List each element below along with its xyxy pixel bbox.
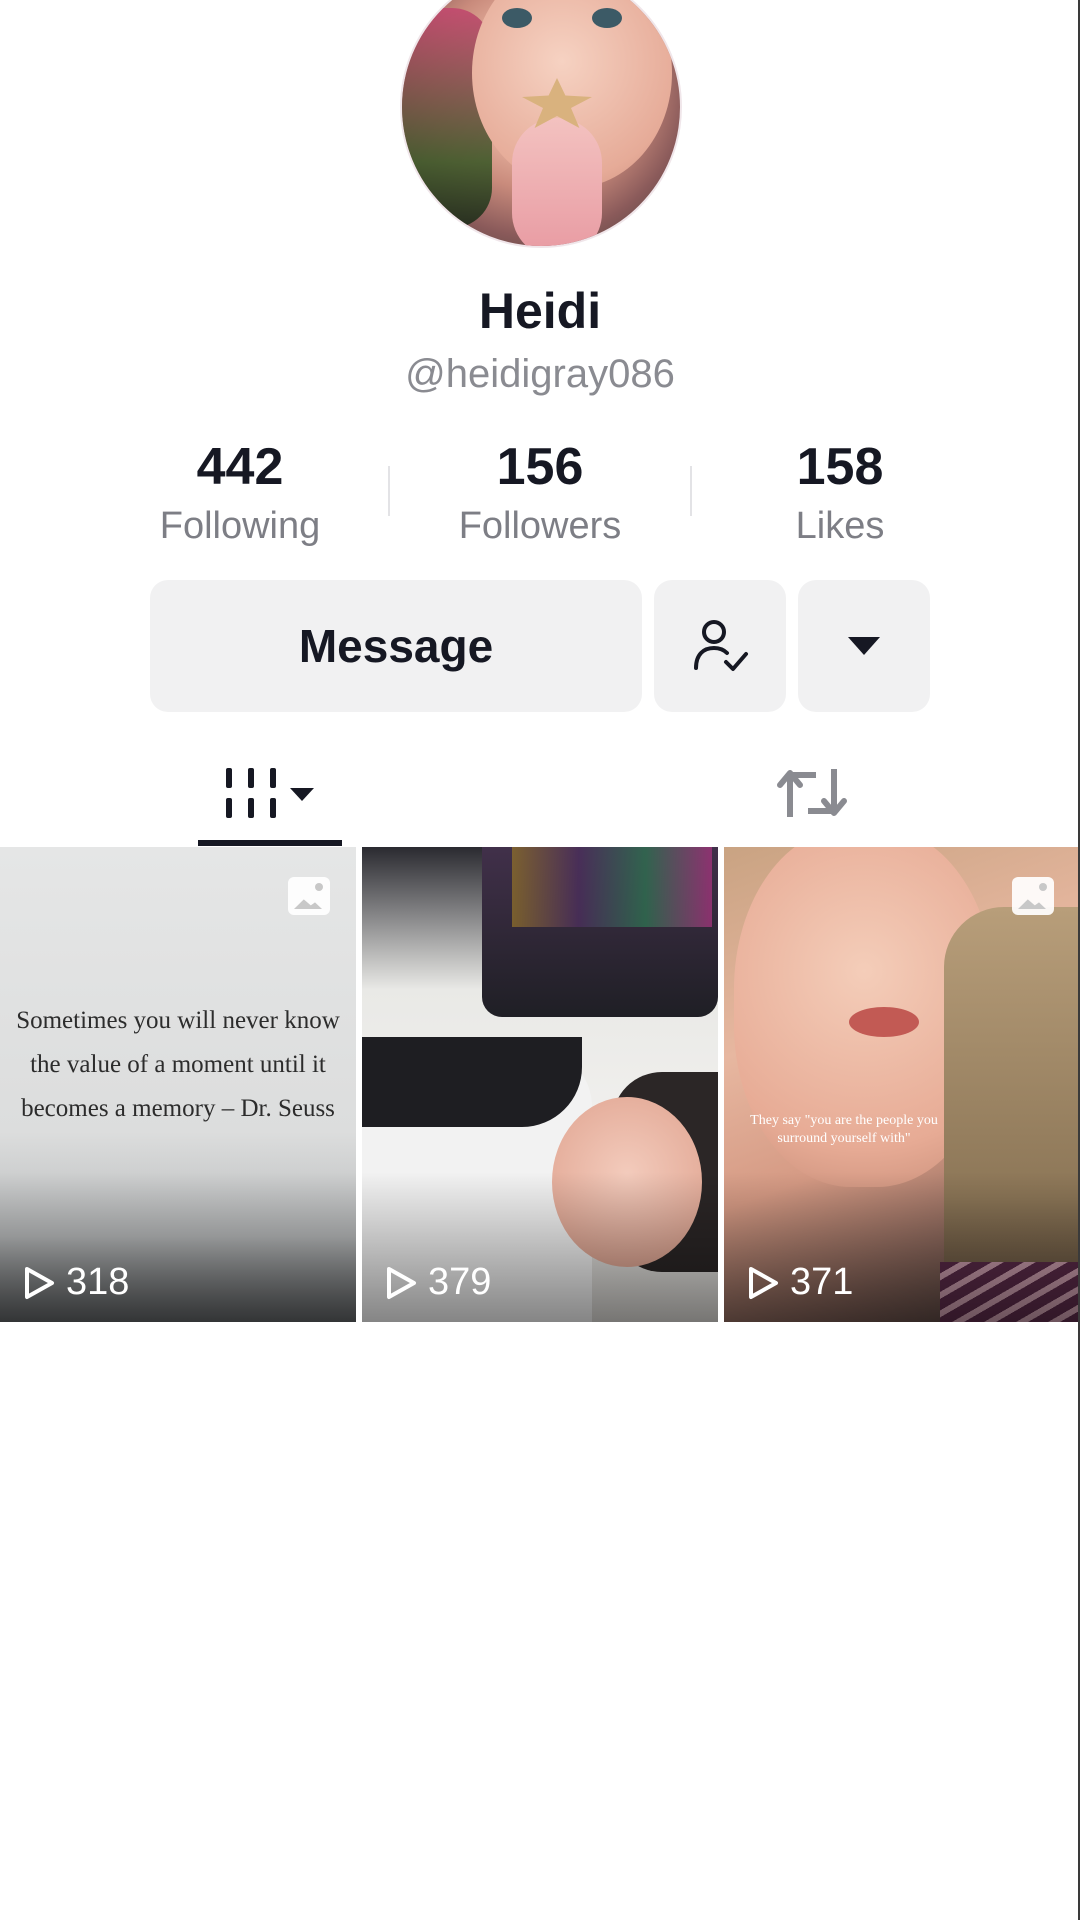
view-count: 318 [22, 1261, 129, 1304]
view-count: 371 [746, 1261, 853, 1304]
stat-divider [388, 466, 390, 516]
stat-value: 158 [796, 438, 884, 496]
repost-icon [777, 769, 847, 817]
tab-reposts[interactable] [740, 740, 884, 846]
profile-screen: Heidi @heidigray086 442 Following 156 Fo… [0, 0, 1080, 1920]
video-overlay-text: They say "you are the people you surroun… [750, 1113, 938, 1146]
grid-icon [226, 768, 276, 818]
tile-image-element [512, 847, 712, 927]
stat-followers[interactable]: 156 Followers [420, 436, 660, 554]
video-overlay-text: Sometimes you will never know the value … [16, 1007, 340, 1122]
stat-label: Followers [458, 505, 622, 547]
stat-divider [690, 466, 692, 516]
stat-value: 442 [196, 438, 284, 496]
view-count: 379 [384, 1261, 491, 1304]
video-tile[interactable]: They say "you are the people you surroun… [724, 847, 1080, 1322]
stat-value: 156 [496, 438, 584, 496]
stat-following[interactable]: 442 Following [120, 436, 360, 554]
tab-videos[interactable] [198, 740, 342, 846]
avatar-eye [592, 8, 622, 28]
active-tab-indicator [198, 840, 342, 846]
display-name: Heidi [478, 283, 602, 339]
stat-label: Following [159, 505, 321, 547]
chevron-down-icon [290, 787, 314, 801]
video-tile[interactable]: 379 [362, 847, 718, 1322]
profile-stats: 442 Following 156 Followers 158 Likes [0, 436, 1080, 547]
content-tabs [0, 740, 1080, 846]
profile-avatar[interactable] [400, 0, 682, 248]
stat-label: Likes [795, 505, 885, 547]
play-icon [749, 1266, 778, 1299]
view-count-value: 318 [66, 1261, 130, 1303]
stat-likes[interactable]: 158 Likes [720, 436, 960, 554]
following-status-button[interactable] [654, 580, 786, 712]
photo-icon [288, 877, 330, 915]
play-icon [25, 1266, 54, 1299]
play-icon [387, 1266, 416, 1299]
avatar-eye [502, 8, 532, 28]
message-button-label: Message [298, 620, 494, 672]
username: @heidigray086 [405, 352, 675, 396]
caret-down-icon [848, 637, 880, 655]
message-button[interactable]: Message [150, 580, 642, 712]
photo-icon [1012, 877, 1054, 915]
view-count-value: 371 [790, 1261, 854, 1303]
video-tile[interactable]: Sometimes you will never know the value … [0, 847, 356, 1322]
user-check-icon [694, 620, 748, 671]
avatar-hand [512, 118, 602, 246]
tile-image-element [362, 1037, 582, 1127]
view-count-value: 379 [428, 1261, 492, 1303]
more-options-button[interactable] [798, 580, 930, 712]
tile-image-element [849, 1007, 919, 1037]
